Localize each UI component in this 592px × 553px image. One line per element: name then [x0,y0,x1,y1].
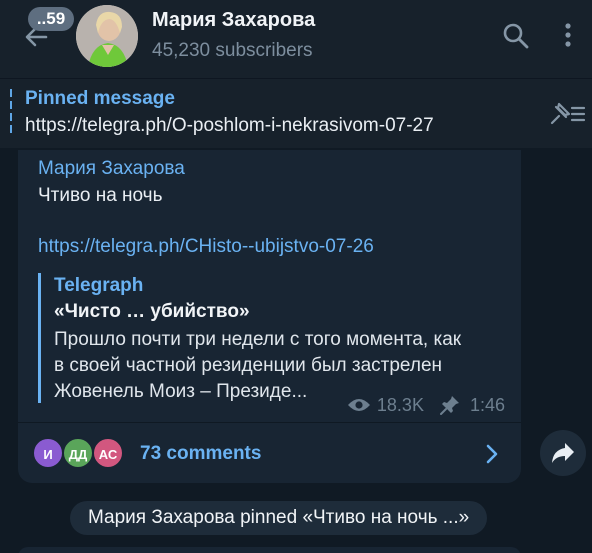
chevron-right-icon [486,444,498,464]
unread-count-badge: ..59 [28,7,74,31]
more-vertical-icon [565,23,571,47]
link-preview[interactable]: Telegraph «Чисто … убийство» Прошло почт… [38,273,508,403]
share-button[interactable] [540,430,586,476]
view-count: 18.3K [376,394,424,415]
message-meta: 18.3K 1:46 [347,393,505,417]
pinned-list-button[interactable] [546,99,588,129]
pinned-label: Pinned message [25,88,175,109]
search-icon [503,23,529,49]
pinned-message-bar[interactable]: Pinned message https://telegra.ph/O-posh… [0,78,592,148]
commenter-avatar: АС [92,437,124,469]
preview-description-line: в своей частной резиденции был застрелен [54,355,443,376]
preview-site-name: Telegraph [54,275,144,296]
comments-count: 73 comments [140,443,262,464]
preview-description-line: Прошло почти три недели с того момента, … [54,329,462,350]
share-icon [552,443,574,463]
comments-button[interactable]: И ДД АС 73 comments [18,422,521,483]
message-bubble: Мария Захарова Чтиво на ночь https://tel… [18,150,521,483]
message-author[interactable]: Мария Захарова [38,158,185,180]
message-link[interactable]: https://telegra.ph/CHisto--ubijstvo-07-2… [38,236,374,258]
service-message: Мария Захарова pinned «Чтиво на ночь ...… [70,501,488,535]
eye-icon [347,399,370,411]
subscriber-count: 45,230 subscribers [152,40,313,61]
message-text: Чтиво на ночь [38,185,163,206]
pinned-text: https://telegra.ph/O-poshlom-i-nekrasivo… [25,115,434,136]
commenter-avatar: ДД [62,437,94,469]
more-menu-button[interactable] [556,20,580,52]
pinned-indicator [10,89,12,137]
pin-icon [439,396,459,415]
channel-avatar[interactable] [76,5,138,67]
preview-title: «Чисто … убийство» [54,301,250,322]
message-time: 1:46 [469,394,505,415]
next-message-bubble [18,547,521,553]
pin-list-icon [550,102,586,125]
search-button[interactable] [500,20,532,52]
commenter-avatar: И [32,437,64,469]
channel-title[interactable]: Мария Захарова [152,9,315,32]
chat-header: ..59 Мария Захарова 45,230 subscribers [0,0,592,78]
